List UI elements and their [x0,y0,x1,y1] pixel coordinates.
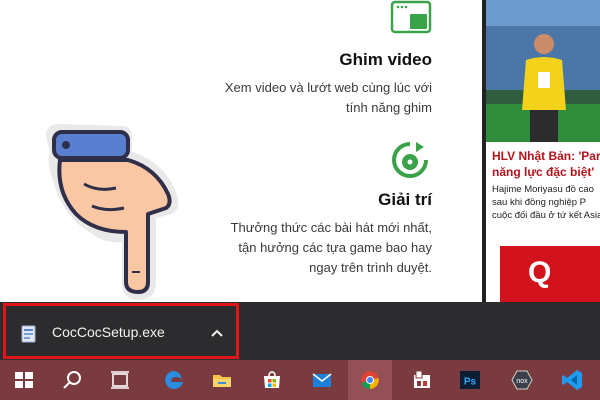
pinned-app-icon [414,370,430,388]
download-item[interactable]: CocCocSetup.exe [3,303,239,359]
photoshop-button[interactable]: Ps [448,360,492,400]
taskbar: Ps nox [0,360,600,400]
feature-title: Ghim video [339,50,432,69]
news-card[interactable]: HLV Nhật Bản: 'Park năng lực đặc biệt' H… [482,0,600,302]
task-view-icon [111,371,129,389]
news-photo [486,0,600,142]
windows-start-icon [15,372,33,388]
file-explorer-button[interactable] [200,360,244,400]
headline-line: năng lực đặc biệt' [492,165,595,179]
ps-label: Ps [464,377,477,388]
vscode-button[interactable] [550,360,594,400]
pointing-hand-icon [46,124,179,300]
search-icon [63,371,81,389]
vscode-icon [562,370,582,390]
headline-line: HLV Nhật Bản: 'Park [492,149,600,163]
chrome-button[interactable] [348,360,392,400]
entertainment-icon [392,142,428,178]
feature-description: Xem video và lướt web cùng lúc với tính … [132,78,432,118]
nox-icon: nox [511,370,533,390]
search-button[interactable] [50,360,94,400]
edge-button[interactable] [152,360,196,400]
microsoft-store-icon [264,371,280,388]
chrome-icon [361,371,379,389]
summary-line: cuộc đối đầu ở tứ kết Asian [492,210,600,221]
installer-file-icon [21,325,36,343]
mail-icon [312,373,332,387]
edge-icon [165,371,183,389]
file-explorer-icon [213,375,231,387]
nox-label: nox [516,378,528,385]
nox-button[interactable]: nox [500,360,544,400]
summary-line: Hajime Moriyasu đồ cao [492,184,594,195]
start-button[interactable] [2,360,46,400]
pin-video-icon [390,0,432,34]
feature-pin-video: Ghim video Xem video và lướt web cùng lú… [132,50,432,118]
desc-line: Xem video và lướt web cùng lúc với [224,80,432,95]
news-summary: Hajime Moriyasu đồ cao sau khi đồng nghi… [492,183,600,222]
promo-text: Q [528,256,552,289]
desc-line: tính năng ghim [345,100,432,115]
download-file-name: CocCocSetup.exe [52,324,165,340]
photoshop-icon: Ps [460,371,480,389]
news-headline[interactable]: HLV Nhật Bản: 'Park năng lực đặc biệt' [492,148,600,180]
task-view-button[interactable] [98,360,142,400]
summary-line: sau khi đồng nghiệp P [492,197,587,208]
microsoft-store-button[interactable] [250,360,294,400]
promo-banner[interactable]: Q [500,246,600,302]
feature-panel: Ghim video Xem video và lướt web cùng lú… [0,0,480,302]
pinned-app-button[interactable] [400,360,444,400]
chevron-up-icon[interactable] [210,326,224,340]
download-bar: CocCocSetup.exe [0,302,600,360]
mail-button[interactable] [300,360,344,400]
